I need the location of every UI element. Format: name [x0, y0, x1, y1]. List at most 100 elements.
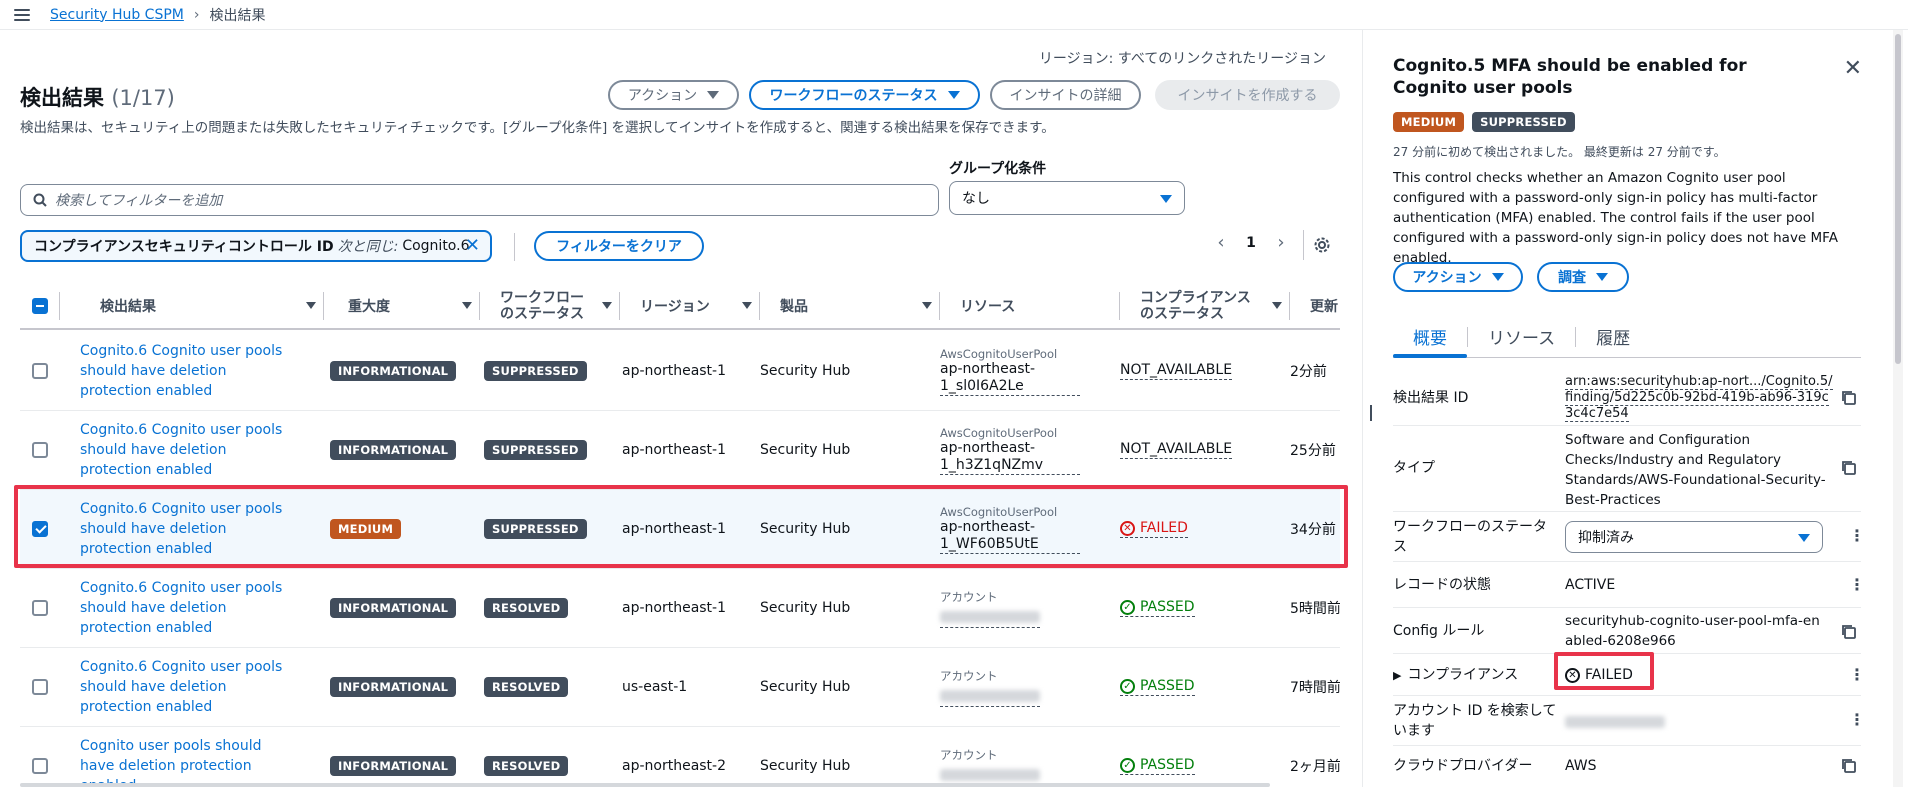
finding-detail-panel: Cognito.5 MFA should be enabled for Cogn… — [1362, 30, 1890, 787]
compliance-status[interactable]: NOT_AVAILABLE — [1120, 441, 1233, 459]
table-row[interactable]: Cognito.6 Cognito user pools should have… — [20, 648, 1340, 727]
compliance-status[interactable]: ✓ PASSED — [1120, 599, 1195, 617]
workflow-status-button[interactable]: ワークフローのステータス — [749, 80, 980, 110]
col-product[interactable]: 製品 — [760, 282, 940, 330]
close-icon[interactable]: ✕ — [1844, 56, 1862, 81]
finding-link[interactable]: Cognito.6 Cognito user pools should have… — [80, 420, 290, 480]
panel-actions-button[interactable]: アクション — [1393, 262, 1523, 292]
table-header: 検出結果 重大度 ワークフロー のステータス リージョン 製品 リソース コンプ… — [20, 282, 1340, 330]
table-row[interactable]: Cognito.6 Cognito user pools should have… — [20, 569, 1340, 648]
workflow-badge: SUPPRESSED — [484, 440, 587, 460]
severity-badge: INFORMATIONAL — [330, 756, 457, 776]
tab-resources[interactable]: リソース — [1468, 316, 1575, 357]
compliance-status[interactable]: ✓ PASSED — [1120, 757, 1195, 775]
copy-icon[interactable] — [1841, 758, 1857, 774]
row-checkbox[interactable] — [32, 679, 48, 695]
create-insight-button[interactable]: インサイトを作成する — [1155, 80, 1340, 110]
resource-id-link[interactable]: ap-northeast-1_h3Z1qNZmv — [940, 440, 1080, 475]
field-workflow: ワークフローのステータス 抑制済み ⋮ — [1393, 512, 1865, 562]
compliance-status[interactable]: ✕ FAILED — [1120, 520, 1188, 538]
filter-token[interactable]: コンプライアンスセキュリティコントロール ID 次と同じ: Cognito.6 … — [20, 230, 492, 262]
table-row[interactable]: Cognito.6 Cognito user pools should have… — [20, 490, 1340, 569]
col-region-label: リージョン — [640, 299, 710, 315]
copy-icon[interactable] — [1841, 460, 1857, 476]
region-selector[interactable]: リージョン: すべてのリンクされたリージョン — [1039, 48, 1326, 68]
sort-icon — [922, 302, 932, 309]
finding-link[interactable]: Cognito.6 Cognito user pools should have… — [80, 499, 290, 559]
more-icon[interactable]: ⋮ — [1849, 667, 1865, 683]
table-row[interactable]: Cognito.6 Cognito user pools should have… — [20, 332, 1340, 411]
breadcrumb-root-link[interactable]: Security Hub CSPM — [50, 7, 184, 23]
col-finding[interactable]: 検出結果 — [60, 282, 324, 330]
more-icon[interactable]: ⋮ — [1849, 528, 1865, 544]
investigate-button[interactable]: 調査 — [1537, 262, 1629, 292]
row-checkbox[interactable] — [32, 600, 48, 616]
filter-field: コンプライアンスセキュリティコントロール ID — [34, 239, 334, 255]
col-severity[interactable]: 重大度 — [324, 282, 480, 330]
remove-filter-icon[interactable]: ✕ — [465, 237, 480, 255]
top-bar: Security Hub CSPM › 検出結果 — [0, 0, 1908, 30]
finding-link[interactable]: Cognito user pools should have deletion … — [80, 736, 290, 787]
compliance-expander[interactable]: ▶ コンプライアンス — [1393, 665, 1553, 686]
col-region[interactable]: リージョン — [620, 282, 760, 330]
compliance-text: NOT_AVAILABLE — [1120, 362, 1233, 378]
resource-type: AwsCognitoUserPool — [940, 346, 1058, 361]
insight-details-button[interactable]: インサイトの詳細 — [990, 80, 1141, 110]
copy-icon[interactable] — [1841, 390, 1857, 406]
panel-tabs: 概要 リソース 履歴 — [1393, 316, 1861, 358]
col-updated[interactable]: 更新日時 — [1290, 282, 1340, 330]
tab-history[interactable]: 履歴 — [1576, 316, 1650, 357]
col-product-label: 製品 — [780, 299, 808, 315]
region-text: ap-northeast-2 — [622, 758, 727, 774]
select-all-checkbox[interactable] — [32, 298, 48, 314]
select-all-header — [20, 282, 60, 330]
row-checkbox[interactable] — [32, 521, 48, 537]
workflow-badge: SUPPRESSED — [484, 361, 587, 381]
col-workflow[interactable]: ワークフロー のステータス — [480, 282, 620, 330]
group-by-select[interactable]: なし — [949, 181, 1185, 215]
more-icon[interactable]: ⋮ — [1849, 577, 1865, 593]
finding-link[interactable]: Cognito.6 Cognito user pools should have… — [80, 578, 290, 638]
row-checkbox[interactable] — [32, 442, 48, 458]
more-icon[interactable]: ⋮ — [1849, 712, 1865, 728]
resource-id-link[interactable]: ap-northeast-1_WF60B5UtE — [940, 519, 1080, 554]
col-compliance[interactable]: コンプライアンス のステータス — [1120, 282, 1290, 330]
copy-icon[interactable] — [1841, 624, 1857, 640]
cloud-value: AWS — [1565, 758, 1597, 774]
actions-label: アクション — [627, 88, 698, 104]
scrollbar-thumb[interactable] — [1895, 34, 1901, 364]
compliance-text: PASSED — [1140, 678, 1195, 694]
product-text: Security Hub — [760, 363, 851, 379]
col-resource-label: リソース — [960, 299, 1016, 315]
workflow-badge: SUPPRESSED — [484, 519, 587, 539]
filter-operator: 次と同じ: — [337, 239, 399, 255]
row-checkbox[interactable] — [32, 363, 48, 379]
tab-overview[interactable]: 概要 — [1393, 316, 1467, 358]
page-number[interactable]: 1 — [1236, 235, 1266, 251]
gear-icon[interactable] — [1313, 236, 1331, 258]
finding-link[interactable]: Cognito.6 Cognito user pools should have… — [80, 657, 290, 717]
workflow-select-value: 抑制済み — [1578, 530, 1634, 546]
clear-filter-button[interactable]: フィルターをクリア — [534, 231, 704, 261]
vertical-scrollbar[interactable] — [1893, 30, 1903, 787]
horizontal-scrollbar[interactable] — [20, 783, 1270, 787]
finding-link[interactable]: Cognito.6 Cognito user pools should have… — [80, 341, 290, 401]
next-page-icon[interactable]: › — [1266, 232, 1296, 253]
workflow-select[interactable]: 抑制済み — [1565, 521, 1823, 553]
resource-type: AwsCognitoUserPool — [940, 425, 1058, 440]
compliance-status[interactable]: ✓ PASSED — [1120, 678, 1195, 696]
workflow-badge: RESOLVED — [484, 677, 569, 697]
table-row[interactable]: Cognito user pools should have deletion … — [20, 727, 1340, 787]
actions-button[interactable]: アクション — [608, 80, 739, 110]
row-checkbox[interactable] — [32, 758, 48, 774]
menu-icon[interactable] — [14, 8, 30, 21]
panel-resize-handle[interactable] — [1370, 405, 1372, 421]
resource-type: アカウント — [940, 668, 998, 683]
search-input[interactable]: 検索してフィルターを追加 — [20, 184, 939, 216]
resource-id-link[interactable]: ap-northeast-1_sl0I6A2Le — [940, 361, 1080, 396]
finding-id-value: arn:aws:securityhub:ap-nort.../Cognito.5… — [1565, 374, 1835, 422]
compliance-status[interactable]: NOT_AVAILABLE — [1120, 362, 1233, 380]
table-row[interactable]: Cognito.6 Cognito user pools should have… — [20, 411, 1340, 490]
divider — [514, 233, 515, 261]
prev-page-icon[interactable]: ‹ — [1206, 232, 1236, 253]
